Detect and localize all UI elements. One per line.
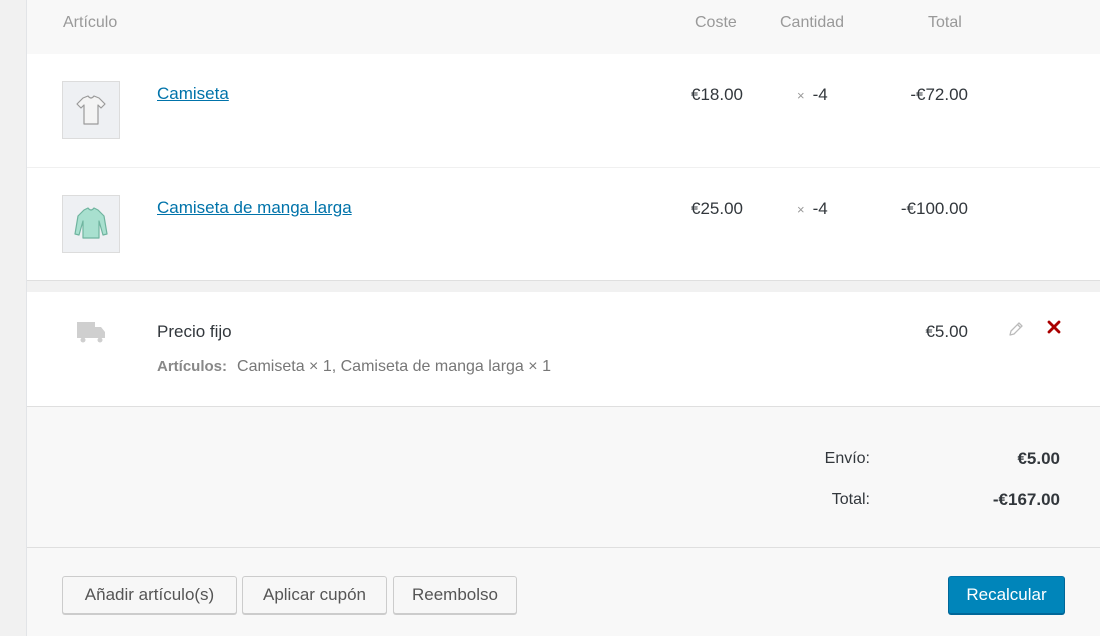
header-quantity: Cantidad [780,14,845,31]
times-symbol: × [797,88,805,103]
order-actions: Añadir artículo(s) Aplicar cupón Reembol… [27,548,1100,636]
item-cost: €18.00 [691,85,743,104]
long-sleeve-shirt-icon [74,207,108,239]
tshirt-icon [76,95,106,125]
product-link[interactable]: Camiseta [157,84,229,104]
line-item-row: Camiseta €18.00 × -4 -€72.00 [27,54,1100,166]
item-total: -€72.00 [910,85,968,104]
shipping-total-value: €5.00 [1017,449,1060,468]
product-thumbnail[interactable] [62,81,120,139]
item-quantity: × -4 [797,199,828,219]
truck-icon [77,322,105,343]
shipping-method-name: Precio fijo [157,322,232,341]
shipping-items-value: Camiseta × 1, Camiseta de manga larga × … [237,358,551,375]
delete-icon[interactable] [1046,319,1062,335]
left-sidebar-edge [0,0,27,636]
order-items-panel: Artículo Coste Cantidad Total Camiseta €… [27,0,1100,636]
header-cost: Coste [695,14,737,31]
order-total-label: Total: [831,491,870,508]
item-quantity: × -4 [797,85,828,105]
add-items-button[interactable]: Añadir artículo(s) [62,576,237,614]
refund-button[interactable]: Reembolso [393,576,517,614]
order-totals: Envío: €5.00 Total: -€167.00 [27,407,1100,548]
times-symbol: × [797,202,805,217]
header-item: Artículo [63,14,118,31]
shipping-line: Precio fijo Artículos: Camiseta × 1, Cami… [27,292,1100,407]
line-items: Camiseta €18.00 × -4 -€72.00 Camiseta de … [27,54,1100,281]
shipping-items-meta: Artículos: Camiseta × 1, Camiseta de mang… [157,358,551,376]
shipping-total-label: Envío: [824,450,870,467]
shipping-items-label: Artículos: [157,358,228,375]
product-thumbnail[interactable] [62,195,120,253]
item-cost: €25.00 [691,199,743,218]
recalculate-button[interactable]: Recalcular [948,576,1065,614]
line-item-row: Camiseta de manga larga €25.00 × -4 -€100… [27,167,1100,280]
apply-coupon-button[interactable]: Aplicar cupón [242,576,387,614]
order-total-value: -€167.00 [992,490,1060,509]
item-total: -€100.00 [900,199,968,218]
quantity-value: -4 [812,199,828,218]
product-link[interactable]: Camiseta de manga larga [157,198,352,218]
header-total: Total [928,14,962,31]
quantity-value: -4 [812,85,828,104]
pencil-icon[interactable] [1007,320,1025,338]
shipping-total: €5.00 [925,322,968,341]
table-header: Artículo Coste Cantidad Total [27,0,1100,54]
